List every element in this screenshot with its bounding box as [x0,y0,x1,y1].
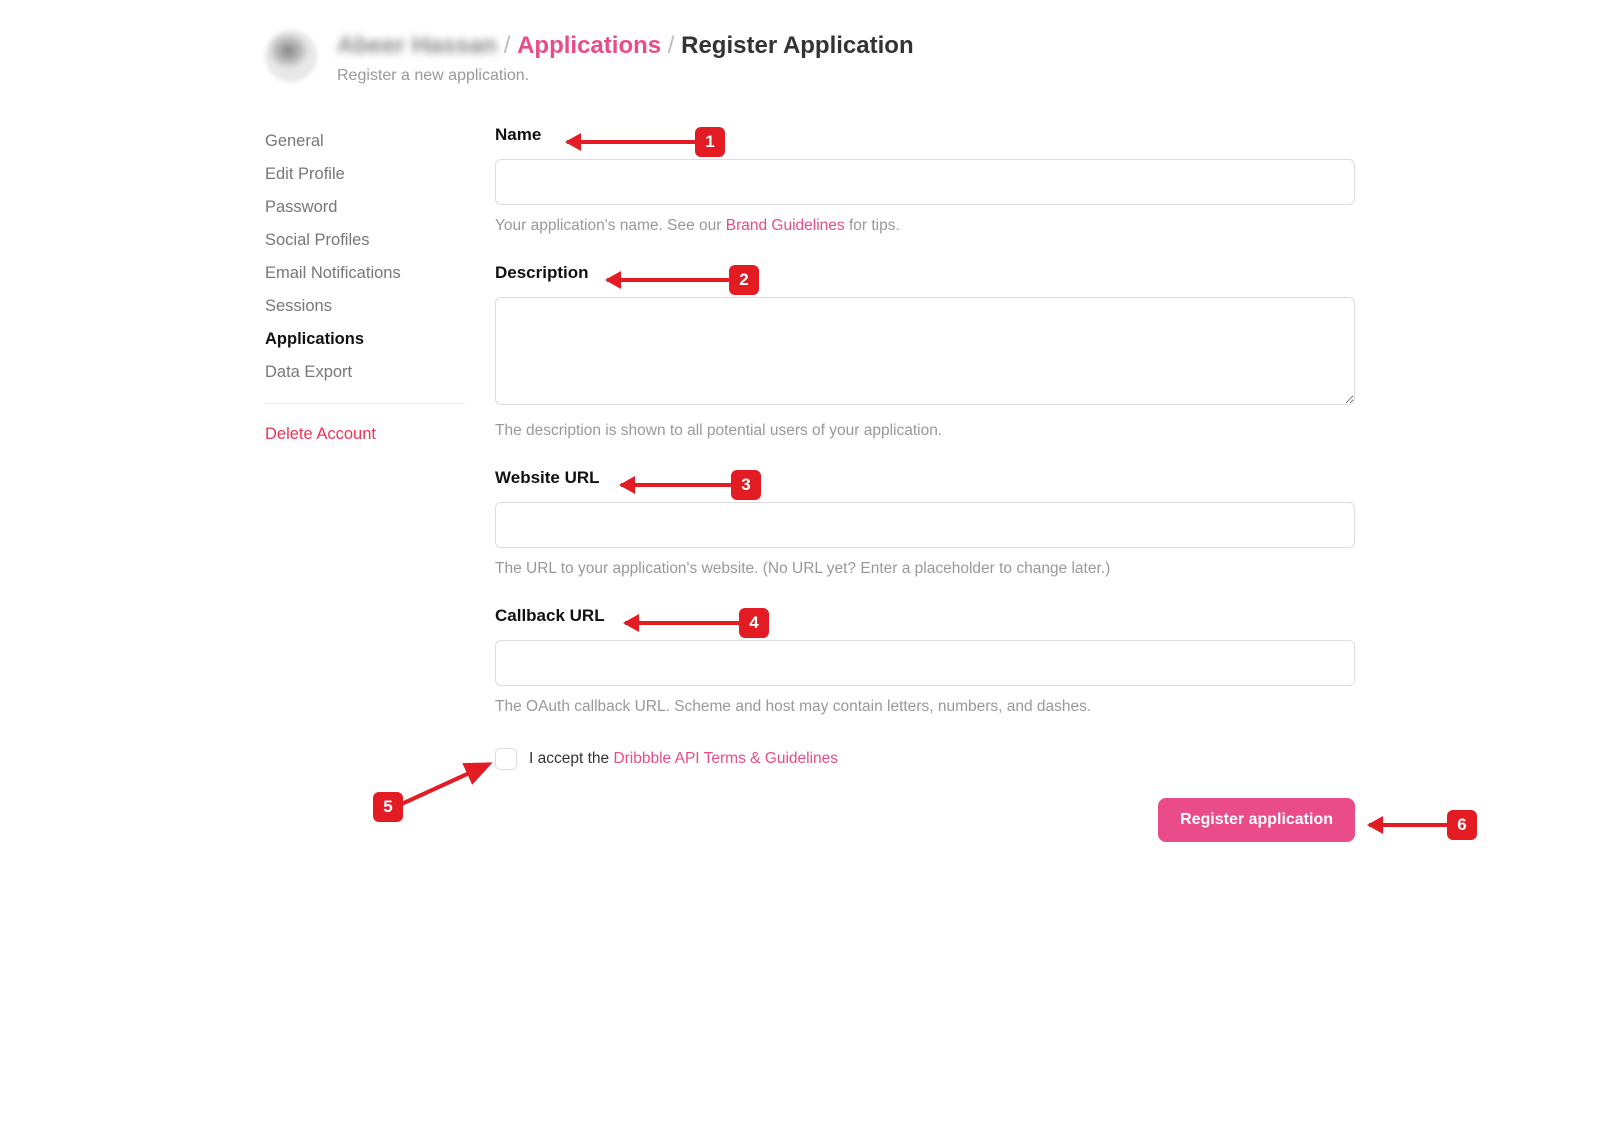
sidebar-item-applications[interactable]: Applications [265,323,465,356]
name-input[interactable] [495,159,1355,205]
website-url-label: Website URL [495,468,1355,488]
field-name: Name Your application's name. See our Br… [495,125,1355,235]
form-area: Name Your application's name. See our Br… [495,125,1355,842]
description-hint: The description is shown to all potentia… [495,422,1355,440]
sidebar-item-delete-account[interactable]: Delete Account [265,418,465,451]
accept-terms-text: I accept the Dribbble API Terms & Guidel… [529,750,838,768]
breadcrumb-current: Register Application [681,32,913,59]
sidebar-divider [265,403,465,404]
api-terms-link[interactable]: Dribbble API Terms & Guidelines [613,750,838,767]
submit-row: Register application 6 [495,798,1355,842]
avatar[interactable] [265,30,317,82]
brand-guidelines-link[interactable]: Brand Guidelines [726,217,845,234]
field-callback-url: Callback URL The OAuth callback URL. Sch… [495,606,1355,716]
page-subtitle: Register a new application. [337,67,914,85]
sidebar-item-sessions[interactable]: Sessions [265,290,465,323]
annotation-6: 6 [1369,810,1477,840]
sidebar-item-email-notifications[interactable]: Email Notifications [265,257,465,290]
register-application-button[interactable]: Register application [1158,798,1355,842]
description-label: Description [495,263,1355,283]
accept-terms-row: I accept the Dribbble API Terms & Guidel… [495,748,1355,770]
field-description: Description The description is shown to … [495,263,1355,440]
sidebar-item-password[interactable]: Password [265,191,465,224]
website-url-hint: The URL to your application's website. (… [495,560,1355,578]
callback-url-input[interactable] [495,640,1355,686]
name-label: Name [495,125,1355,145]
website-url-input[interactable] [495,502,1355,548]
breadcrumb-applications[interactable]: Applications [517,32,661,59]
annotation-5: 5 [373,792,403,822]
accept-terms-checkbox[interactable] [495,748,517,770]
sidebar: General Edit Profile Password Social Pro… [265,125,465,842]
callback-url-label: Callback URL [495,606,1355,626]
page-header: Abeer Hassan / Applications / Register A… [265,30,1355,85]
sidebar-item-edit-profile[interactable]: Edit Profile [265,158,465,191]
field-website-url: Website URL The URL to your application'… [495,468,1355,578]
sidebar-item-data-export[interactable]: Data Export [265,356,465,389]
name-hint: Your application's name. See our Brand G… [495,217,1355,235]
breadcrumb: Abeer Hassan / Applications / Register A… [337,32,914,61]
callback-url-hint: The OAuth callback URL. Scheme and host … [495,698,1355,716]
sidebar-item-social-profiles[interactable]: Social Profiles [265,224,465,257]
description-input[interactable] [495,297,1355,405]
breadcrumb-user[interactable]: Abeer Hassan [337,32,497,59]
sidebar-item-general[interactable]: General [265,125,465,158]
